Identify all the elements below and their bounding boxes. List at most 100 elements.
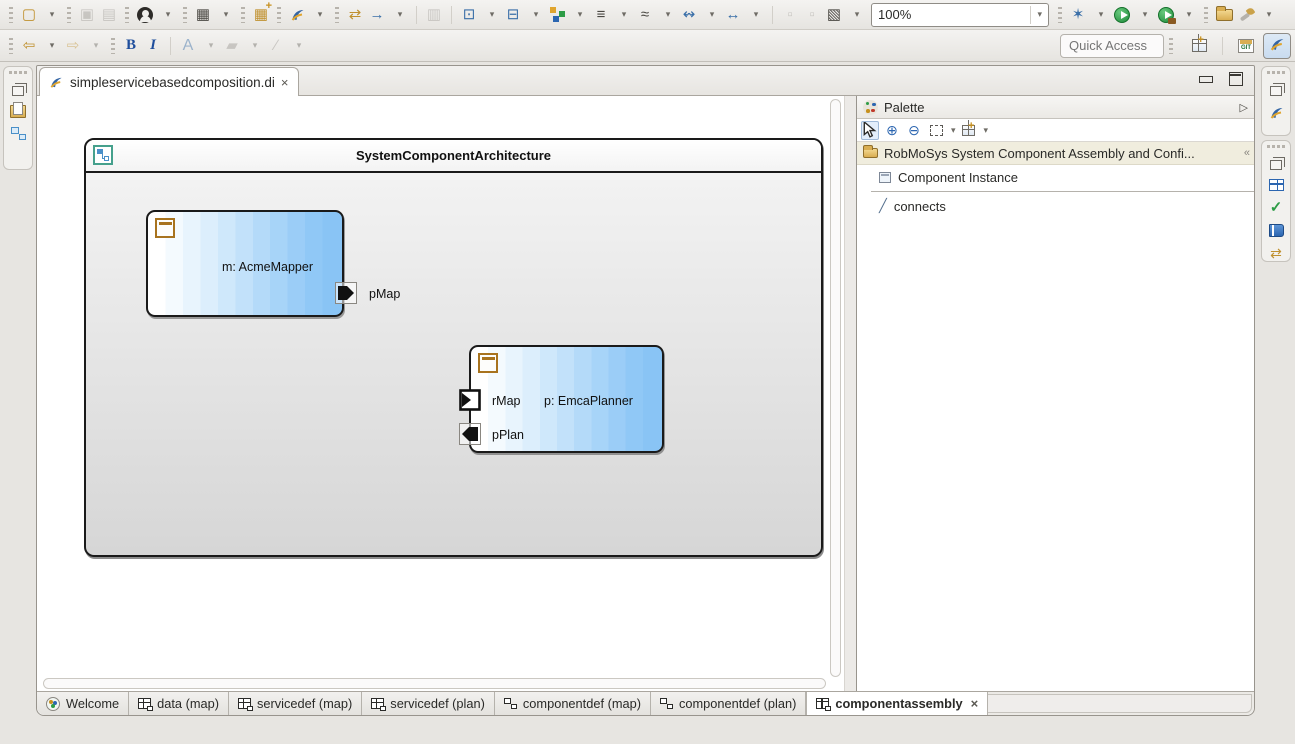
text-align-button[interactable]: ≡	[590, 3, 612, 27]
canvas-horizontal-scrollbar[interactable]	[43, 678, 826, 689]
palette-item-connects[interactable]: ╱ connects	[857, 194, 1254, 218]
maximize-icon[interactable]	[1228, 72, 1242, 84]
strip-grip[interactable]	[1267, 71, 1285, 74]
note-tool[interactable]	[960, 121, 978, 140]
distribute-dropdown[interactable]: ▾	[568, 3, 590, 27]
toolbar-grip[interactable]	[1169, 38, 1173, 54]
page-tab-close-icon[interactable]: ×	[971, 696, 979, 711]
select-tool[interactable]	[861, 121, 879, 140]
resize-width-button[interactable]: ↔	[722, 3, 744, 27]
format-brush-button[interactable]	[1235, 3, 1257, 27]
toolbar-grip[interactable]	[9, 7, 13, 23]
navigate-dropdown[interactable]: ▾	[388, 3, 410, 27]
new-view-dropdown[interactable]: ▾	[214, 3, 236, 27]
save-all-button[interactable]: ▤	[98, 3, 120, 27]
component-emcaplanner[interactable]: rMap p: EmcaPlanner pPlan	[469, 345, 664, 453]
font-button[interactable]: A	[177, 34, 199, 58]
papyrus-perspective-button[interactable]	[1263, 33, 1291, 59]
copy-diagram-button[interactable]: ▥	[423, 3, 445, 27]
autosize-button[interactable]: ▫	[779, 3, 801, 27]
sync-button[interactable]: ⇄	[344, 3, 366, 27]
port-pplan[interactable]	[459, 423, 481, 445]
zoom-select-button[interactable]: ▧	[823, 3, 845, 27]
documentation-view-icon[interactable]	[1269, 224, 1284, 237]
page-tab-servicedef-plan[interactable]: servicedef (plan)	[362, 692, 495, 715]
align-button[interactable]: ⊟	[502, 3, 524, 27]
arrange-button[interactable]: ⊡	[458, 3, 480, 27]
validation-view-icon[interactable]: ✓	[1270, 200, 1283, 215]
papyrus-view-icon[interactable]	[1268, 105, 1285, 121]
bold-button[interactable]: B	[120, 34, 142, 58]
page-tab-componentdef-plan[interactable]: componentdef (plan)	[651, 692, 806, 715]
run-profile-dropdown[interactable]: ▾	[1177, 3, 1199, 27]
toolbar-grip[interactable]	[241, 7, 245, 23]
back-dropdown[interactable]: ▾	[40, 34, 62, 58]
italic-button[interactable]: I	[142, 34, 164, 58]
model-explorer-icon[interactable]	[11, 127, 26, 140]
run-button[interactable]	[1111, 3, 1133, 27]
zoom-out-tool[interactable]: ⊖	[905, 121, 923, 140]
open-folder-button[interactable]	[1213, 3, 1235, 27]
restore-views-icon[interactable]	[1270, 86, 1282, 96]
port-pmap[interactable]	[335, 282, 357, 304]
note-dropdown[interactable]: ▾	[984, 125, 989, 136]
fill-color-button[interactable]: ▰	[221, 34, 243, 58]
marquee-dropdown[interactable]: ▾	[951, 125, 956, 136]
run-profile-button[interactable]	[1155, 3, 1177, 27]
user-dropdown[interactable]: ▾	[156, 3, 178, 27]
user-button[interactable]	[134, 3, 156, 27]
palette-expand-icon[interactable]: ▷	[1240, 101, 1248, 114]
references-view-icon[interactable]: ⇄	[1270, 246, 1282, 260]
forward-dropdown[interactable]: ▾	[84, 34, 106, 58]
minimize-icon[interactable]	[1198, 72, 1212, 84]
diagram-canvas[interactable]: SystemComponentArchitecture m: AcmeMappe…	[37, 96, 844, 691]
port-rmap[interactable]	[459, 389, 481, 411]
restore-views-icon[interactable]	[1270, 160, 1282, 170]
papyrus-button[interactable]	[286, 3, 308, 27]
project-explorer-icon[interactable]	[10, 105, 26, 118]
component-acmemapper[interactable]: m: AcmeMapper	[146, 210, 344, 317]
toolbar-grip[interactable]	[1058, 7, 1062, 23]
back-button[interactable]: ⇦	[18, 34, 40, 58]
strip-grip[interactable]	[1267, 145, 1285, 148]
forward-button[interactable]: ⇨	[62, 34, 84, 58]
line-style-dropdown[interactable]: ▾	[287, 34, 309, 58]
align-dropdown[interactable]: ▾	[524, 3, 546, 27]
filters-dropdown[interactable]: ▾	[656, 3, 678, 27]
debug-button[interactable]: ✶	[1067, 3, 1089, 27]
routing-button[interactable]: ↭	[678, 3, 700, 27]
new-wizard-button[interactable]: ▢	[18, 3, 40, 27]
palette-sash[interactable]	[844, 96, 856, 691]
format-brush-dropdown[interactable]: ▾	[1257, 3, 1279, 27]
new-wizard-dropdown[interactable]: ▾	[40, 3, 62, 27]
zoom-select-dropdown[interactable]: ▾	[845, 3, 867, 27]
palette-header[interactable]: Palette ▷	[857, 96, 1254, 119]
page-tab-servicedef-map[interactable]: servicedef (map)	[229, 692, 362, 715]
arrange-dropdown[interactable]: ▾	[480, 3, 502, 27]
font-dropdown[interactable]: ▾	[199, 34, 221, 58]
toolbar-grip[interactable]	[1204, 7, 1208, 23]
debug-dropdown[interactable]: ▾	[1089, 3, 1111, 27]
editor-tab[interactable]: simpleservicebasedcomposition.di ×	[39, 67, 299, 96]
toolbar-grip[interactable]	[9, 38, 13, 54]
toolbar-grip[interactable]	[183, 7, 187, 23]
drawer-pin-icon[interactable]: «	[1244, 147, 1248, 159]
diagram-frame[interactable]: SystemComponentArchitecture m: AcmeMappe…	[84, 138, 823, 557]
toolbar-grip[interactable]	[277, 7, 281, 23]
save-button[interactable]: ▣	[76, 3, 98, 27]
palette-item-component-instance[interactable]: Component Instance	[857, 165, 1254, 189]
toolbar-grip[interactable]	[125, 7, 129, 23]
papyrus-dropdown[interactable]: ▾	[308, 3, 330, 27]
git-perspective-button[interactable]: GIT	[1235, 34, 1257, 58]
properties-view-icon[interactable]	[1269, 179, 1284, 191]
filters-button[interactable]: ≈	[634, 3, 656, 27]
zoom-combo[interactable]: 100% ▾	[871, 3, 1049, 27]
page-tab-data-map[interactable]: data (map)	[129, 692, 229, 715]
palette-drawer[interactable]: RobMoSys System Component Assembly and C…	[857, 142, 1254, 165]
navigate-button[interactable]: →	[366, 3, 388, 27]
toolbar-grip[interactable]	[67, 7, 71, 23]
line-style-button[interactable]: ∕	[265, 34, 287, 58]
new-view-button[interactable]: ▦	[192, 3, 214, 27]
routing-dropdown[interactable]: ▾	[700, 3, 722, 27]
page-tab-componentdef-map[interactable]: componentdef (map)	[495, 692, 651, 715]
